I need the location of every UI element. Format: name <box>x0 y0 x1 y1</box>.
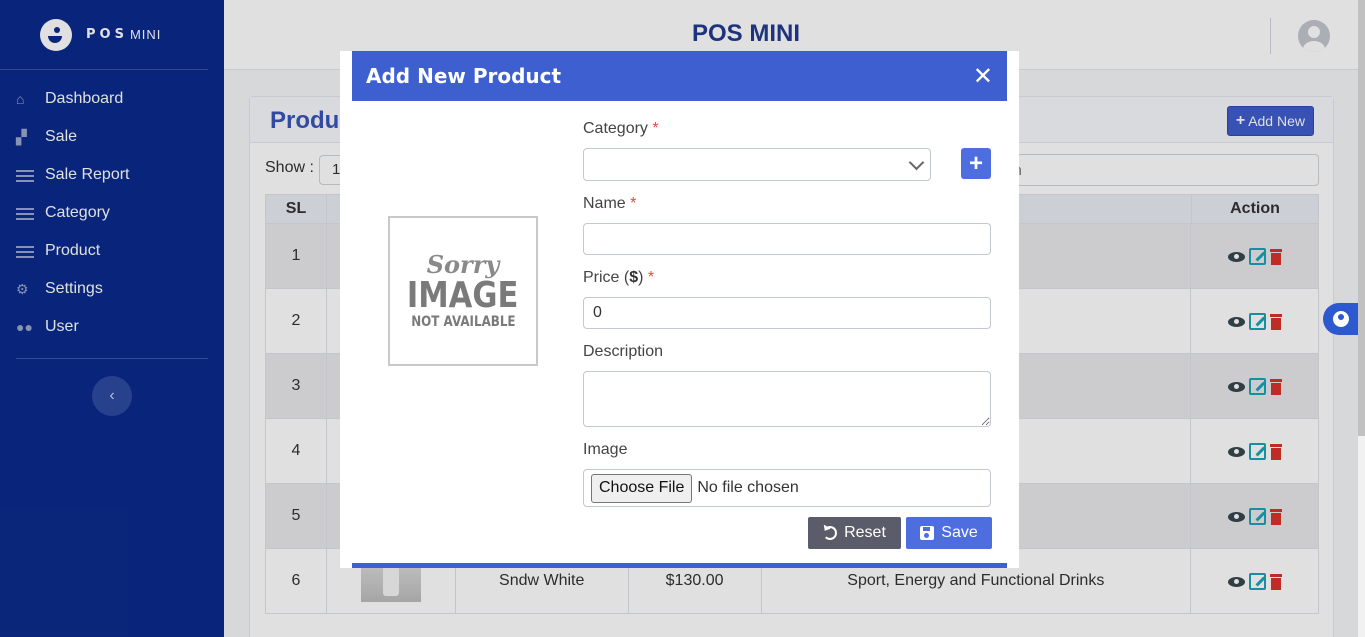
image-file-input[interactable]: Choose File No file chosen <box>583 469 991 507</box>
no-image-line3: NOT AVAILABLE <box>410 314 516 330</box>
description-field[interactable] <box>583 371 991 427</box>
no-image-line2: IMAGE <box>407 275 519 316</box>
reset-label: Reset <box>844 524 886 541</box>
add-category-button[interactable]: + <box>961 148 991 179</box>
save-button[interactable]: Save <box>906 517 992 549</box>
required-mark: * <box>630 195 637 212</box>
page-scrollbar[interactable] <box>1358 0 1365 637</box>
image-preview: Sorry IMAGE NOT AVAILABLE <box>388 216 538 366</box>
category-label: Category * <box>583 120 659 137</box>
reset-button[interactable]: Reset <box>808 517 901 549</box>
save-icon <box>920 526 935 540</box>
price-field[interactable] <box>583 297 991 329</box>
undo-icon <box>823 526 838 540</box>
description-label: Description <box>583 343 664 360</box>
user-circle-icon <box>1333 311 1349 327</box>
required-mark: * <box>652 120 659 137</box>
modal-footer-bar <box>352 563 1007 568</box>
price-label: Price ($) * <box>583 269 655 286</box>
modal-header: Add New Product ✕ <box>352 51 1007 101</box>
required-mark: * <box>647 269 655 286</box>
add-product-modal: Add New Product ✕ Sorry IMAGE NOT AVAILA… <box>340 51 1019 568</box>
choose-file-button[interactable]: Choose File <box>591 473 693 503</box>
image-label: Image <box>583 441 628 458</box>
file-status: No file chosen <box>697 479 799 496</box>
category-select[interactable] <box>583 148 931 181</box>
scrollbar-thumb[interactable] <box>1358 0 1365 436</box>
save-label: Save <box>941 524 978 541</box>
modal-title: Add New Product <box>366 64 562 88</box>
name-label: Name * <box>583 195 637 212</box>
close-icon[interactable]: ✕ <box>973 62 993 90</box>
name-field[interactable] <box>583 223 991 255</box>
